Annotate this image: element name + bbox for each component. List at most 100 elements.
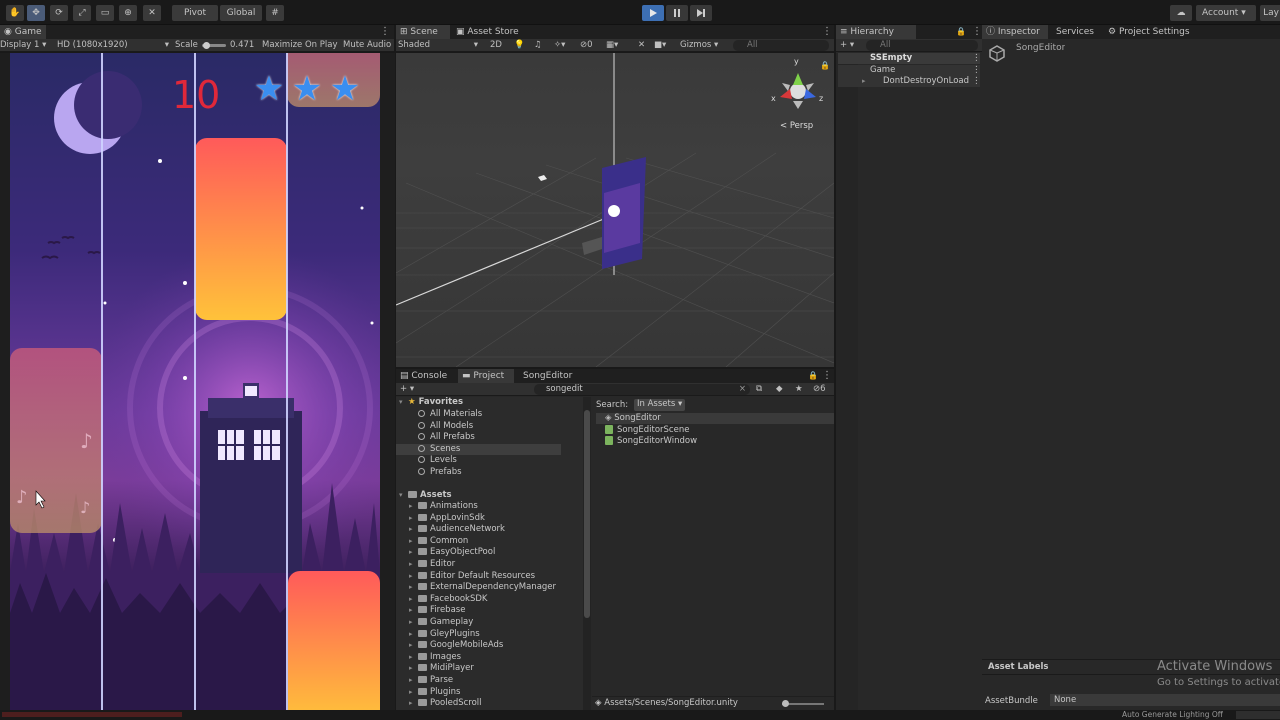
expand-arrow-icon[interactable]: ▸ (409, 501, 413, 512)
project-add-button[interactable]: + ▾ (400, 383, 414, 396)
status-bake-button[interactable] (1236, 711, 1280, 719)
clear-search-icon[interactable]: × (739, 384, 746, 395)
asset-folder-item[interactable]: Plugins (418, 687, 460, 698)
favorite-item[interactable]: All Models (418, 421, 473, 432)
rect-tool-icon[interactable]: ▭ (96, 5, 114, 21)
play-button[interactable] (642, 5, 664, 21)
tab-hierarchy[interactable]: ≡ Hierarchy (836, 25, 916, 39)
tab-scene[interactable]: ⊞ Scene (396, 25, 450, 39)
expand-arrow-icon[interactable]: ▸ (409, 605, 413, 616)
tab-inspector[interactable]: ⓘ Inspector (982, 25, 1048, 39)
expand-arrow-icon[interactable]: ▸ (409, 617, 413, 628)
scale-tool-icon[interactable]: ⤢ (73, 5, 91, 21)
expand-arrow-icon[interactable]: ▸ (409, 675, 413, 686)
favorite-item[interactable]: All Prefabs (418, 432, 475, 443)
expand-arrow-icon[interactable]: ▸ (409, 582, 413, 593)
result-item[interactable]: ◈ SongEditor (605, 413, 661, 424)
move-tool-icon[interactable]: ✥ (27, 5, 45, 21)
game-menu-icon[interactable]: ⋮ (380, 25, 390, 39)
favorite-star-icon[interactable]: ★ (795, 383, 803, 396)
grid-toggle-icon[interactable]: ▦▾ (606, 39, 618, 52)
layout-dropdown[interactable]: Lay (1260, 5, 1280, 21)
expand-arrow-icon[interactable]: ▸ (409, 687, 413, 698)
result-item[interactable]: SongEditorScene (605, 425, 689, 436)
audio-icon[interactable]: ♫ (534, 39, 542, 52)
rotate-tool-icon[interactable]: ⟳ (50, 5, 68, 21)
expand-arrow-icon[interactable]: ▸ (409, 663, 413, 674)
project-search-input[interactable]: songedit × (534, 384, 750, 395)
asset-folder-item[interactable]: Images (418, 652, 461, 663)
asset-folder-item[interactable]: AppLovinSdk (418, 513, 485, 524)
expand-arrow-icon[interactable]: ▸ (409, 547, 413, 558)
asset-folder-item[interactable]: PooledScroll (418, 698, 482, 709)
pivot-toggle[interactable]: Pivot (172, 5, 218, 21)
expand-arrow-icon[interactable]: ▸ (409, 652, 413, 663)
favorite-item[interactable]: Prefabs (418, 467, 462, 478)
favorites-header[interactable]: ★ Favorites (408, 397, 463, 408)
cloud-icon[interactable]: ☁ (1170, 5, 1192, 21)
custom-tool-icon[interactable]: ✕ (143, 5, 161, 21)
tree-scrollbar-thumb[interactable] (584, 410, 590, 618)
maximize-on-play-toggle[interactable]: Maximize On Play (262, 39, 337, 52)
hidden-packages-toggle[interactable]: ⊘6 (813, 383, 826, 396)
transform-tool-icon[interactable]: ⊕ (119, 5, 137, 21)
tab-songeditor[interactable]: SongEditor (519, 369, 576, 383)
camera-icon[interactable]: ■▾ (654, 39, 666, 52)
hierarchy-item[interactable]: Game ⋮ (838, 65, 981, 76)
expand-arrow-icon[interactable]: ▸ (862, 76, 866, 87)
status-error-text[interactable] (2, 712, 182, 717)
effects-icon[interactable]: ✧▾ (554, 39, 565, 52)
mode-2d-toggle[interactable]: 2D (490, 39, 502, 52)
game-view[interactable]: ♪ ♪ ♪ 10 ★ ★ ★ (10, 53, 380, 710)
expand-arrow-icon[interactable]: ▸ (409, 559, 413, 570)
asset-folder-item[interactable]: Firebase (418, 605, 465, 616)
tab-console[interactable]: ▤ Console (396, 369, 451, 383)
account-dropdown[interactable]: Account ▾ (1196, 5, 1256, 21)
expand-arrow-icon[interactable]: ▸ (409, 536, 413, 547)
collapse-arrow-icon[interactable]: ▾ (399, 397, 403, 408)
hierarchy-search-input[interactable]: All (866, 40, 978, 51)
expand-arrow-icon[interactable]: ▸ (409, 571, 413, 582)
asset-folder-item[interactable]: Editor Default Resources (418, 571, 535, 582)
asset-folder-item[interactable]: AudienceNetwork (418, 524, 505, 535)
favorite-item[interactable]: Levels (418, 455, 457, 466)
display-dropdown[interactable]: Display 1 ▾ (0, 39, 46, 52)
icon-size-slider-handle[interactable] (782, 700, 789, 707)
asset-folder-item[interactable]: Parse (418, 675, 453, 686)
step-button[interactable] (690, 5, 712, 21)
hierarchy-menu-icon[interactable]: ⋮ (972, 25, 982, 39)
assets-header[interactable]: Assets (408, 490, 452, 501)
tab-project-settings[interactable]: ⚙ Project Settings (1104, 25, 1194, 39)
scene-search-input[interactable]: All (733, 40, 829, 51)
label-filter-icon[interactable]: ◆ (776, 383, 783, 396)
asset-folder-item[interactable]: Common (418, 536, 468, 547)
asset-folder-item[interactable]: GleyPlugins (418, 629, 480, 640)
scene-menu-icon[interactable]: ⋮ (822, 25, 832, 39)
hierarchy-item[interactable]: ▸ DontDestroyOnLoad ⋮ (838, 76, 981, 87)
gizmos-dropdown[interactable]: Gizmos ▾ (680, 39, 718, 52)
asset-folder-item[interactable]: Editor (418, 559, 455, 570)
shading-dropdown[interactable]: Shaded ▾ (398, 39, 478, 52)
expand-arrow-icon[interactable]: ▸ (409, 640, 413, 651)
tab-asset-store[interactable]: ▣ Asset Store (452, 25, 523, 39)
project-menu-icon[interactable]: ⋮ (822, 369, 832, 383)
search-scope-dropdown[interactable]: In Assets ▾ (634, 399, 686, 411)
expand-arrow-icon[interactable]: ▸ (409, 629, 413, 640)
mute-audio-toggle[interactable]: Mute Audio (343, 39, 391, 52)
hierarchy-lock-icon[interactable]: 🔒 (956, 25, 966, 39)
tab-game[interactable]: ◉ Game (0, 25, 46, 39)
asset-folder-item[interactable]: GoogleMobileAds (418, 640, 503, 651)
expand-arrow-icon[interactable]: ▸ (409, 698, 413, 709)
hierarchy-item-menu-icon[interactable]: ⋮ (972, 65, 981, 76)
asset-folder-item[interactable]: Gameplay (418, 617, 473, 628)
tools-icon[interactable]: ✕ (638, 39, 645, 52)
hierarchy-add-button[interactable]: + ▾ (840, 39, 854, 52)
tab-project[interactable]: ▬ Project (458, 369, 514, 383)
expand-arrow-icon[interactable]: ▸ (409, 594, 413, 605)
collapse-arrow-icon[interactable]: ▾ (399, 490, 403, 501)
asset-folder-item[interactable]: FacebookSDK (418, 594, 487, 605)
asset-folder-item[interactable]: EasyObjectPool (418, 547, 495, 558)
project-lock-icon[interactable]: 🔒 (808, 369, 818, 383)
lock-icon[interactable]: 🔒 (820, 61, 830, 70)
scale-slider-handle[interactable] (203, 42, 210, 49)
